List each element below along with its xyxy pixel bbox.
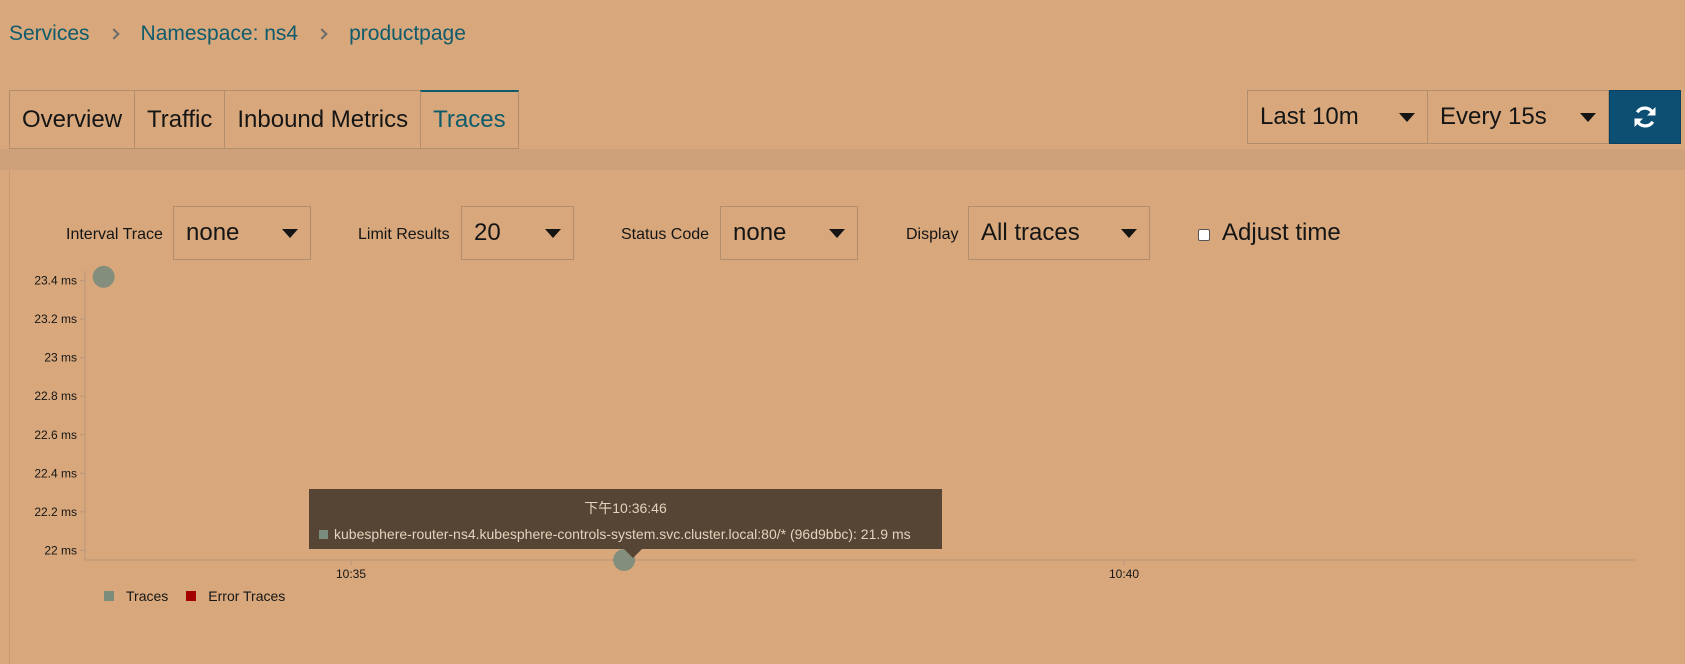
y-tick-label: 23.2 ms — [34, 312, 77, 326]
legend-item-error-traces[interactable]: Error Traces — [186, 588, 285, 604]
y-tick-label: 22.6 ms — [34, 428, 77, 442]
trace-tooltip: 下午10:36:46 kubesphere-router-ns4.kubesph… — [309, 489, 942, 549]
time-range-dropdown[interactable]: Last 10m — [1247, 90, 1427, 144]
tab-traces[interactable]: Traces — [420, 90, 519, 149]
tab-overview[interactable]: Overview — [9, 90, 135, 149]
tooltip-arrow — [624, 549, 642, 558]
caret-down-icon — [1399, 112, 1415, 122]
legend-label-traces: Traces — [126, 588, 169, 604]
tab-inbound-metrics[interactable]: Inbound Metrics — [224, 90, 421, 149]
tooltip-row: kubesphere-router-ns4.kubesphere-control… — [319, 526, 911, 542]
refresh-interval-dropdown[interactable]: Every 15s — [1427, 90, 1609, 144]
caret-down-icon — [1580, 112, 1596, 122]
tooltip-text: kubesphere-router-ns4.kubesphere-control… — [334, 526, 911, 542]
y-tick-label: 22.8 ms — [34, 389, 77, 403]
data-point — [92, 265, 115, 288]
refresh-icon — [1634, 106, 1656, 128]
tooltip-swatch — [319, 529, 328, 539]
legend-swatch-error-traces — [186, 591, 197, 601]
legend-label-error-traces: Error Traces — [208, 588, 286, 604]
chart-legend: Traces Error Traces — [104, 588, 303, 604]
tab-bar: Overview Traffic Inbound Metrics Traces — [9, 90, 519, 149]
refresh-interval-value: Every 15s — [1440, 103, 1547, 130]
breadcrumb-service[interactable]: productpage — [349, 22, 466, 46]
traces-panel: Interval Trace none Limit Results 20 Sta… — [9, 170, 1679, 664]
chevron-right-icon — [316, 28, 328, 40]
y-tick-label: 22.4 ms — [34, 466, 77, 480]
time-controls: Last 10m Every 15s — [1247, 90, 1681, 144]
tab-traffic[interactable]: Traffic — [134, 90, 225, 149]
time-range-value: Last 10m — [1260, 103, 1359, 130]
divider-band — [0, 149, 1685, 170]
y-tick-label: 23.4 ms — [34, 274, 77, 288]
breadcrumb-namespace[interactable]: Namespace: ns4 — [141, 22, 299, 46]
breadcrumb: Services Namespace: ns4 productpage — [9, 22, 466, 46]
x-tick-label: 10:35 — [336, 567, 366, 581]
x-tick-label: 10:40 — [1109, 567, 1139, 581]
chevron-right-icon — [107, 28, 120, 40]
breadcrumb-services[interactable]: Services — [9, 22, 90, 46]
tooltip-time: 下午10:36:46 — [584, 500, 667, 516]
y-tick-label: 22.2 ms — [34, 505, 77, 519]
refresh-button[interactable] — [1609, 90, 1681, 144]
y-tick-label: 23 ms — [44, 351, 77, 365]
y-tick-label: 22 ms — [44, 543, 77, 557]
legend-swatch-traces — [104, 591, 114, 601]
legend-item-traces[interactable]: Traces — [104, 588, 168, 604]
